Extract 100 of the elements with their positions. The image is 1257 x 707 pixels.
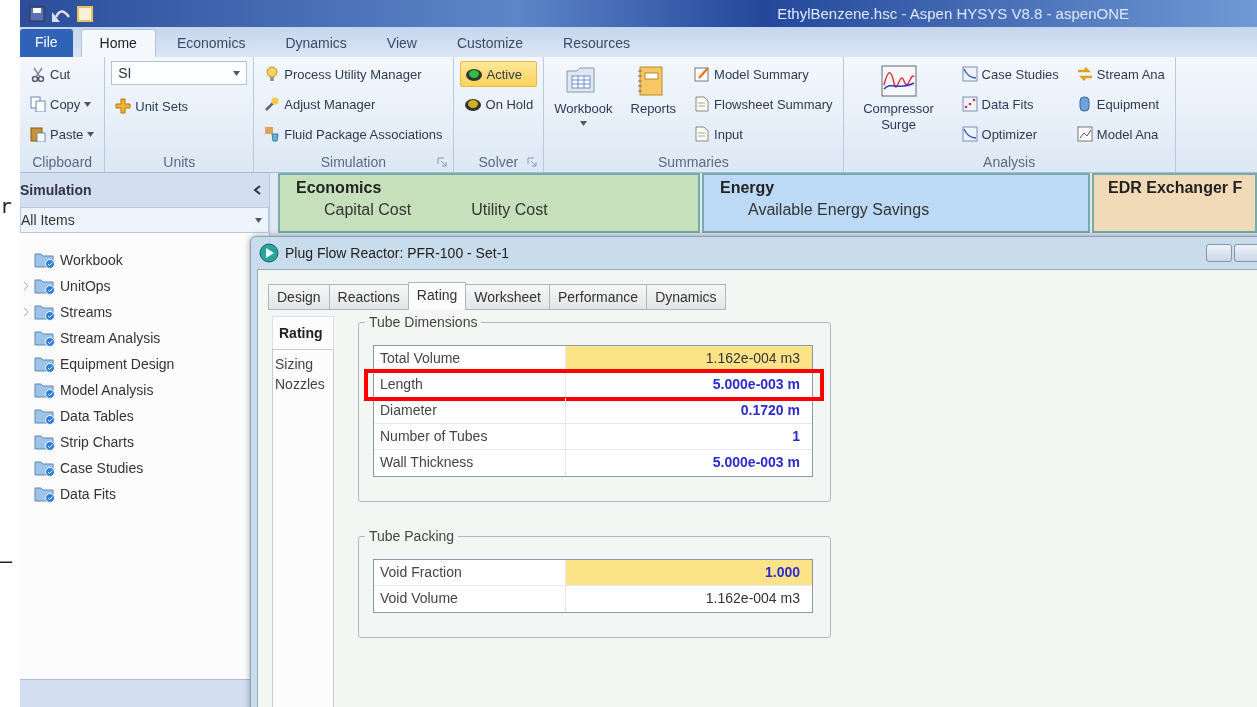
value-cell[interactable]: 5.000e-003 m [566,372,812,397]
group-title: Tube Dimensions [365,314,482,330]
dashboard-tile[interactable]: Energy Available Energy Savings [702,173,1090,233]
value-cell[interactable]: 5.000e-003 m [566,450,812,476]
tree-item[interactable]: Strip Charts [60,434,134,450]
file-menu-button[interactable]: File [20,29,73,57]
tile-link[interactable]: Utility Cost [471,201,548,219]
ribbon-button[interactable]: Input [690,121,837,147]
minimize-button[interactable] [1206,244,1232,262]
table-cell: Number of Tubes [374,424,566,449]
group-label: Units [163,154,196,170]
tree-item[interactable]: Workbook [60,252,123,268]
ribbon-button[interactable]: Reports [626,61,681,121]
copy-icon [30,96,46,112]
dashboard-tile[interactable]: Economics Capital Cost Utility Cost [278,173,700,233]
solver-toggle[interactable]: Active [459,61,538,87]
ribbon-button[interactable]: Stream Ana [1072,61,1169,87]
dialog-title: Plug Flow Reactor: PFR-100 - Set-1 [285,245,510,261]
scissors-icon [30,66,46,82]
ribbon-button[interactable]: Data Fits [957,91,1063,117]
tree-item[interactable]: UnitOps [60,278,111,294]
dropdown-arrow-icon [255,217,262,223]
dropdown-arrow-icon [233,70,241,76]
tab[interactable]: Dynamics [646,284,726,310]
window-title: EthylBenzene.hsc - Aspen HYSYS V8.8 - aspenONE [777,5,1129,22]
tree-item[interactable]: Case Studies [60,460,144,476]
ribbon-button[interactable]: Optimizer [957,121,1063,147]
folder-icon [34,407,56,425]
filter-dropdown[interactable]: All Items [20,207,269,233]
ribbon-button[interactable]: Adjust Manager [260,91,447,117]
ribbon-button[interactable]: Model Summary [690,61,837,87]
play-icon [259,243,279,263]
ribbon-button[interactable]: Paste [26,121,99,147]
side-nav-item[interactable]: Rating [272,316,334,349]
value-cell[interactable]: 1.000 [566,560,812,585]
maximize-button[interactable] [1234,244,1257,262]
save-icon [28,4,46,23]
dropdown-arrow-icon [84,101,92,107]
status-light-icon [463,96,482,112]
lightbulb-icon [264,66,281,82]
ribbon-button[interactable]: Fluid Package Associations [260,121,447,147]
table-cell: Wall Thickness [374,450,566,476]
document-icon [694,96,711,112]
ribbon-button[interactable]: Flowsheet Summary [690,91,837,117]
ribbon-button[interactable]: Cut [26,61,99,87]
tab[interactable]: Design [268,284,330,310]
folder-icon [34,277,56,295]
folder-icon [34,355,56,373]
folder-icon [34,485,56,503]
status-light-icon [464,66,483,82]
folder-icon [34,433,56,451]
ribbon-button[interactable]: Unit Sets [111,93,248,119]
ribbon-button[interactable]: Compressor Surge [849,61,948,137]
value-cell[interactable]: 1.162e-004 m3 [566,346,812,371]
dashboard-tile[interactable]: EDR Exchanger F [1092,173,1257,233]
clipboard-icon [30,126,46,142]
tab[interactable]: Reactions [328,284,409,310]
ribbon-tab[interactable]: Dynamics [266,29,366,57]
tree-item[interactable]: Stream Analysis [60,330,161,346]
document-icon [76,4,94,23]
ribbon-tab[interactable]: Economics [157,29,265,57]
ribbon-tab[interactable]: View [367,29,436,57]
ribbon-tab[interactable]: Resources [544,29,649,57]
folder-icon [34,381,56,399]
tree-item[interactable]: Model Analysis [60,382,154,398]
group-label: Solver [478,154,519,170]
tab[interactable]: Rating [407,282,467,310]
unit-set-dropdown[interactable]: SI [111,61,248,85]
table-cell: Void Volume [374,586,566,612]
ribbon-tab[interactable]: Home [80,29,156,57]
tab[interactable]: Performance [549,284,648,310]
table-cell: Length [374,372,566,397]
folder-icon [34,251,56,269]
ribbon-button[interactable]: Copy [26,91,99,117]
tree-item[interactable]: Streams [60,304,113,320]
tree-item[interactable]: Data Fits [60,486,116,502]
ribbon-button[interactable]: Process Utility Manager [260,61,447,87]
tree-item[interactable]: Data Tables [60,408,134,424]
tree-item[interactable]: Equipment Design [60,356,175,372]
edit-document-icon [694,66,711,82]
ribbon-button[interactable]: Model Ana [1072,121,1169,147]
ribbon-tab[interactable]: Customize [437,29,543,57]
dropdown-arrow-icon [579,121,587,126]
tile-link[interactable]: Capital Cost [324,201,412,219]
tab[interactable]: Worksheet [465,284,550,310]
ribbon-button[interactable]: Case Studies [957,61,1063,87]
tile-title: EDR Exchanger F [1108,179,1244,197]
value-cell[interactable]: 1 [566,424,812,449]
solver-toggle[interactable]: On Hold [459,91,538,117]
folder-icon [34,459,56,477]
group-title: Tube Packing [365,528,459,544]
margin-text: – [0,551,14,571]
group-label: Analysis [983,154,1036,170]
folder-icon [34,303,56,321]
value-cell[interactable]: 1.162e-004 m3 [566,586,812,612]
ribbon-button[interactable]: Workbook [550,61,617,130]
arrows-icon [1076,66,1093,82]
tile-link[interactable]: Available Energy Savings [748,201,930,219]
value-cell[interactable]: 0.1720 m [566,398,812,423]
ribbon-button[interactable]: Equipment [1072,91,1169,117]
